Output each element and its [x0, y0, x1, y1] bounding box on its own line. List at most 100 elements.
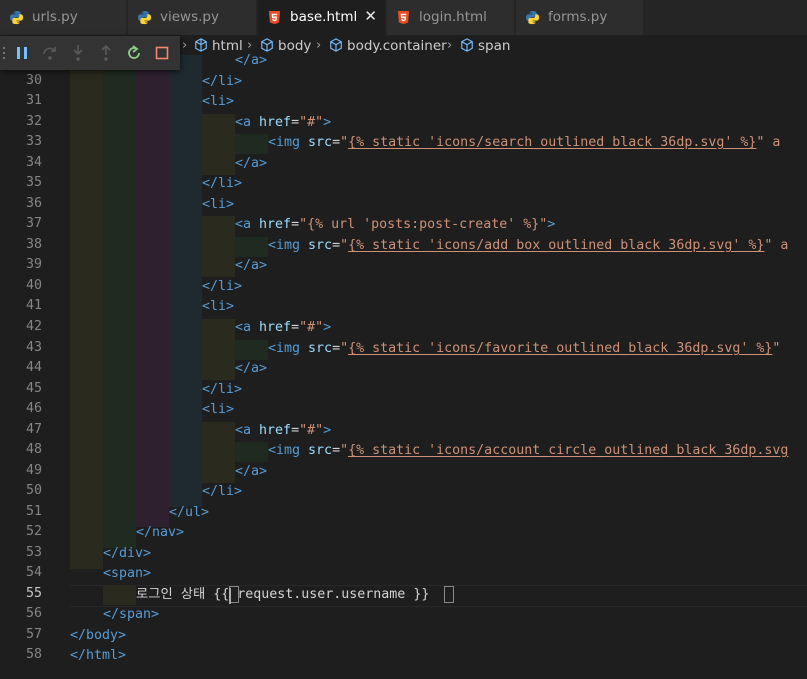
- code-line: </a>: [235, 156, 268, 171]
- code-editor[interactable]: 30 31 32 33 34 35 36 37 38 39 40 41 42 4…: [0, 0, 807, 679]
- code-token: src: [308, 238, 333, 253]
- code-line: </body>: [70, 628, 127, 643]
- code-line: <img src="{% static 'icons/account_circl…: [268, 441, 788, 462]
- code-line: <img src="{% static 'icons/add_box_outli…: [268, 236, 788, 257]
- code-token: "#": [299, 320, 324, 335]
- code-line: <li>: [202, 299, 235, 314]
- code-line: </ul>: [169, 505, 210, 520]
- restart-icon[interactable]: [124, 43, 144, 63]
- code-line: <li>: [202, 402, 235, 417]
- text-cursor: [229, 588, 231, 604]
- code-line: </a>: [235, 53, 268, 68]
- indent-guide: [103, 55, 136, 548]
- code-token: =: [332, 135, 341, 150]
- indent-guide: [235, 134, 268, 154]
- line-number: 34: [25, 155, 42, 170]
- code-line: </li>: [202, 382, 243, 397]
- code-line: </a>: [235, 258, 268, 273]
- code-line: <a href="#">: [235, 113, 331, 134]
- code-line: <li>: [202, 197, 235, 212]
- code-token: "#": [299, 423, 324, 438]
- line-number: 30: [25, 73, 42, 88]
- line-number: 45: [25, 381, 42, 396]
- code-token: =: [291, 423, 300, 438]
- line-number: 42: [25, 319, 42, 334]
- indent-guide: [103, 585, 136, 605]
- indent-guide: [70, 55, 103, 569]
- line-number: 39: [25, 257, 42, 272]
- line-number: 48: [25, 442, 42, 457]
- code-token: {% static 'icons/search_outlined_black_3…: [348, 135, 757, 150]
- code-token: "#": [299, 115, 324, 130]
- line-number: 51: [25, 504, 42, 519]
- code-token: =: [291, 320, 300, 335]
- code-token: href: [259, 115, 292, 130]
- code-token: href: [259, 423, 292, 438]
- code-token: {% static 'icons/account_circle_outlined…: [348, 443, 789, 458]
- code-token: ": [340, 135, 349, 150]
- code-token: " a: [756, 135, 781, 150]
- line-number: 36: [25, 196, 42, 211]
- step-out-icon[interactable]: [96, 43, 116, 63]
- code-token: =: [291, 217, 300, 232]
- code-line: </div>: [103, 546, 152, 561]
- line-number: 38: [25, 237, 42, 252]
- code-token: 로그인 상태: [136, 587, 214, 602]
- indent-guide: [169, 55, 202, 507]
- indent-guide: [202, 216, 235, 277]
- code-line: <img src="{% static 'icons/search_outlin…: [268, 133, 780, 154]
- code-token: src: [308, 443, 333, 458]
- drag-handle-icon[interactable]: [2, 46, 6, 60]
- code-line: </html>: [70, 648, 127, 663]
- code-token: ": [772, 341, 781, 356]
- code-token: src: [308, 135, 333, 150]
- line-number: 52: [25, 524, 42, 539]
- line-number: 54: [25, 565, 42, 580]
- pause-icon[interactable]: [12, 43, 32, 63]
- indent-guide: [202, 114, 235, 175]
- code-token: =: [332, 238, 341, 253]
- code-token: =: [291, 115, 300, 130]
- line-number: 44: [25, 360, 42, 375]
- line-number: 58: [25, 647, 42, 662]
- code-token: >: [547, 217, 556, 232]
- line-number: 47: [25, 422, 42, 437]
- line-number: 53: [25, 545, 42, 560]
- line-number: 40: [25, 278, 42, 293]
- line-number: 56: [25, 606, 42, 621]
- code-token: <img: [268, 238, 309, 253]
- indent-guide: [202, 319, 235, 380]
- line-number: 35: [25, 175, 42, 190]
- line-number: 57: [25, 627, 42, 642]
- code-token: <img: [268, 341, 309, 356]
- code-line: </li>: [202, 176, 243, 191]
- code-line: <a href="{% url 'posts:post-create' %}">: [235, 215, 555, 236]
- code-token: <a: [235, 217, 260, 232]
- line-number: 33: [25, 134, 42, 149]
- step-into-icon[interactable]: [68, 43, 88, 63]
- code-line: </a>: [235, 464, 268, 479]
- bracket-match-highlight: [444, 586, 454, 603]
- code-token: >: [323, 423, 332, 438]
- code-token: {{ request.user.username }}: [213, 587, 430, 602]
- stop-icon[interactable]: [152, 43, 172, 63]
- code-token: ": [340, 443, 349, 458]
- indent-guide: [202, 422, 235, 483]
- code-token: ": [340, 341, 349, 356]
- code-token: <a: [235, 320, 260, 335]
- step-over-icon[interactable]: [40, 43, 60, 63]
- code-line: <span>: [103, 566, 152, 581]
- code-token: <img: [268, 443, 309, 458]
- code-line: </li>: [202, 279, 243, 294]
- code-line: </span>: [103, 607, 160, 622]
- debug-toolbar: [0, 36, 180, 70]
- code-token: <a: [235, 115, 260, 130]
- line-number: 31: [25, 93, 42, 108]
- code-line: <a href="#">: [235, 318, 331, 339]
- line-number: 46: [25, 401, 42, 416]
- code-line: </li>: [202, 484, 243, 499]
- code-line: <img src="{% static 'icons/favorite_outl…: [268, 339, 780, 360]
- code-token: =: [332, 443, 341, 458]
- code-line-current: 로그인 상태 {{ request.user.username }}: [136, 585, 429, 606]
- indent-guide: [235, 442, 268, 462]
